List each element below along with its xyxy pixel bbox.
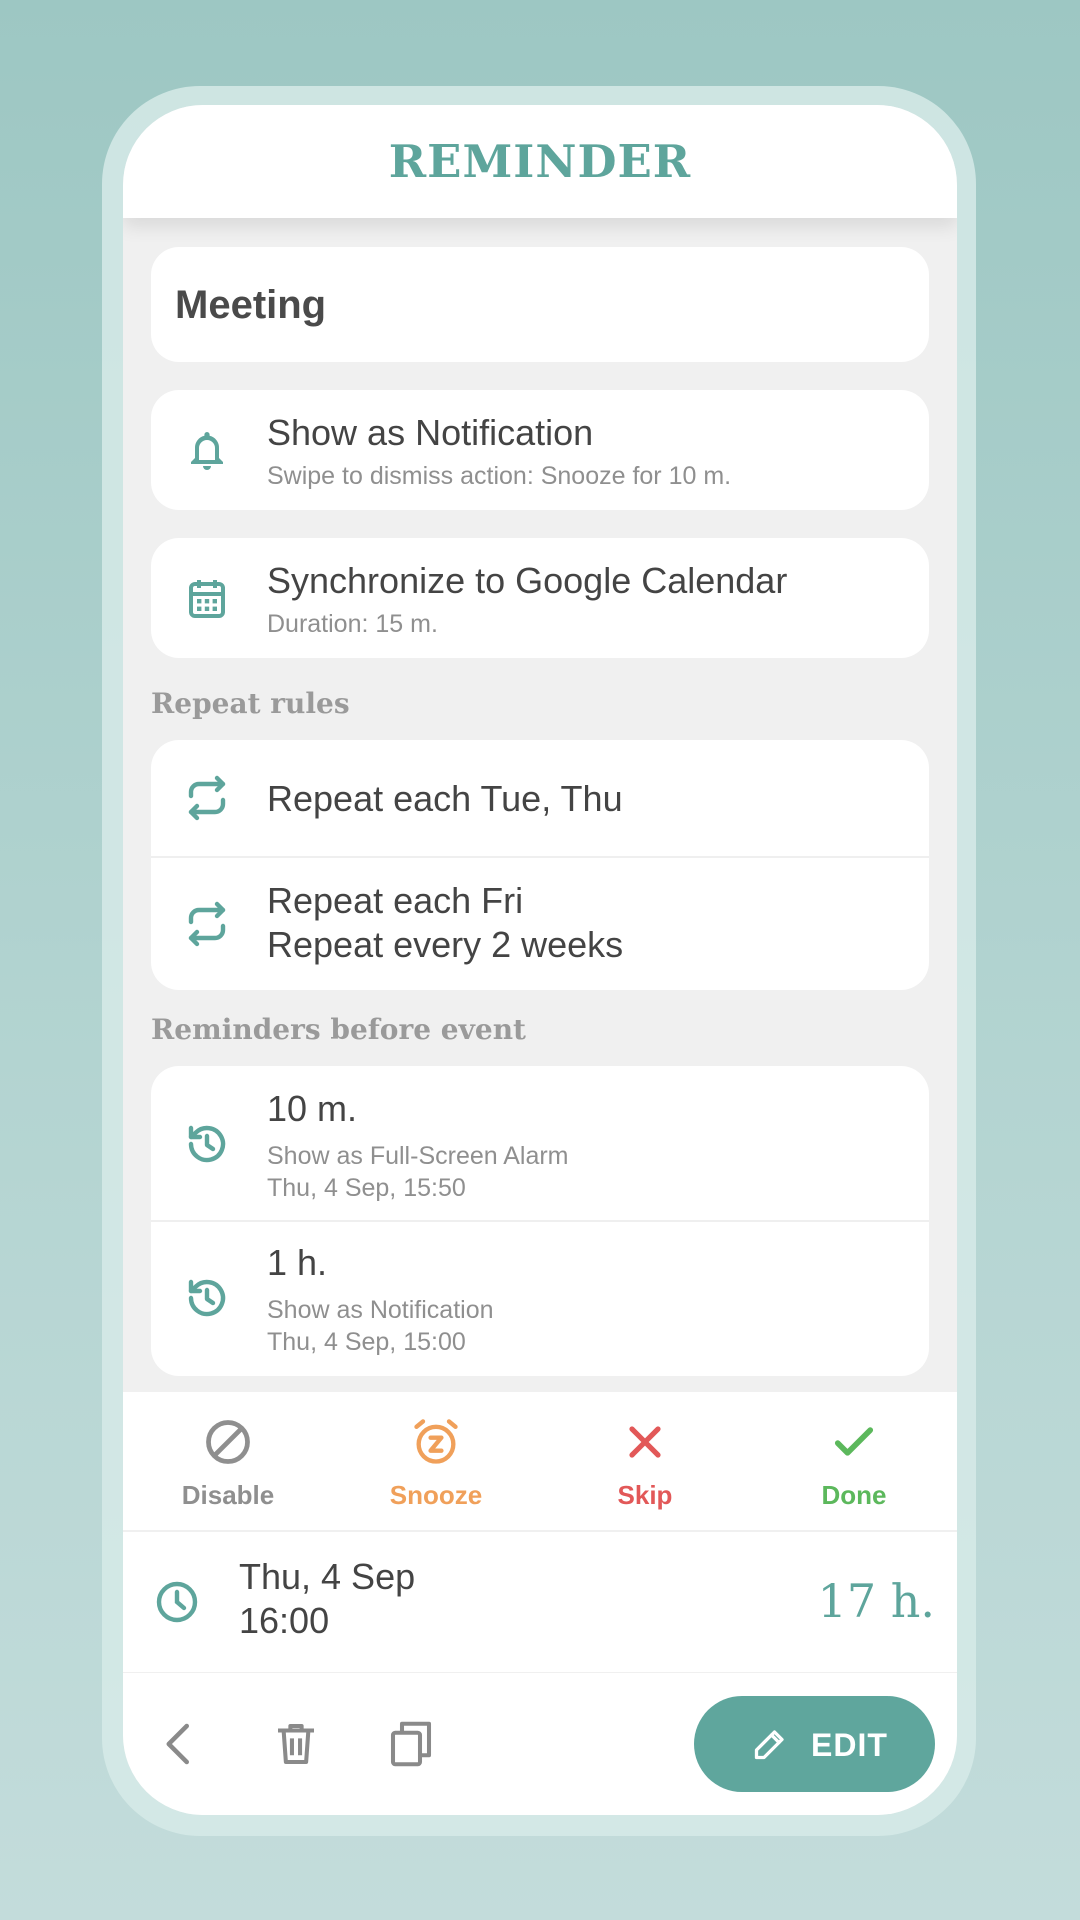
reminder-before-item[interactable]: 10 m. Show as Full-Screen Alarm Thu, 4 S… [151,1066,929,1220]
event-date: Thu, 4 Sep [239,1556,416,1597]
calendar-sync-title: Synchronize to Google Calendar [267,560,788,601]
reminders-before-label: Reminders before event [151,1013,526,1046]
done-button[interactable]: Done [774,1416,934,1511]
reminder-time: Thu, 4 Sep, 15:50 [267,1174,466,1202]
repeat-rule-text: Repeat each Fri [267,880,524,921]
reminder-offset: 10 m. [267,1088,358,1129]
calendar-sync-card[interactable]: Synchronize to Google Calendar Duration:… [151,538,929,658]
reminder-before-item[interactable]: 1 h. Show as Notification Thu, 4 Sep, 15… [151,1222,929,1376]
back-button[interactable] [153,1717,207,1771]
repeat-icon [183,900,231,948]
disable-icon [202,1416,254,1468]
calendar-icon [183,574,231,622]
reminder-title-card[interactable]: Meeting [151,247,929,362]
calendar-duration: Duration: 15 m. [267,610,438,638]
done-label: Done [821,1480,887,1510]
disable-button[interactable]: Disable [148,1416,308,1511]
bottom-toolbar: EDIT [123,1673,957,1815]
notification-title: Show as Notification [267,412,594,453]
disable-label: Disable [181,1480,275,1510]
repeat-rules-card: Repeat each Tue, Thu Repeat each Fri Rep… [151,740,929,990]
edit-label: EDIT [811,1727,888,1763]
event-time: 16:00 [239,1600,330,1641]
bell-icon [183,426,231,474]
reminder-screen: REMINDER Meeting Show as Notification Sw… [123,105,957,1815]
countdown: 17 h. [817,1574,935,1628]
skip-label: Skip [617,1480,673,1510]
pencil-icon [752,1726,788,1762]
delete-icon[interactable] [269,1717,323,1771]
action-bar: Disable Snooze Skip Done [123,1392,957,1530]
repeat-rule-interval: Repeat every 2 weeks [267,924,624,965]
page-title: REMINDER [388,135,692,188]
reminder-type: Show as Full-Screen Alarm [267,1142,569,1170]
snooze-alarm-icon [410,1416,462,1468]
reminders-before-card: 10 m. Show as Full-Screen Alarm Thu, 4 S… [151,1066,929,1376]
repeat-rule-text: Repeat each Tue, Thu [267,778,623,819]
notification-subtitle: Swipe to dismiss action: Snooze for 10 m… [267,462,732,490]
edit-button[interactable]: EDIT [694,1696,935,1792]
app-header: REMINDER [123,105,957,218]
repeat-rules-label: Repeat rules [151,687,350,720]
copy-icon[interactable] [384,1717,438,1771]
check-icon [828,1416,880,1468]
event-datetime-bar[interactable]: Thu, 4 Sep 16:00 17 h. [123,1532,957,1672]
repeat-rule-item[interactable]: Repeat each Tue, Thu [151,740,929,856]
notification-setting-card[interactable]: Show as Notification Swipe to dismiss ac… [151,390,929,510]
reminder-offset: 1 h. [267,1242,328,1283]
reminder-type: Show as Notification [267,1296,494,1324]
repeat-rule-item[interactable]: Repeat each Fri Repeat every 2 weeks [151,858,929,990]
skip-button[interactable]: Skip [565,1416,725,1511]
history-icon [183,1120,231,1168]
clock-icon [153,1578,201,1626]
reminder-title: Meeting [175,283,327,327]
snooze-label: Snooze [389,1480,483,1510]
history-icon [183,1274,231,1322]
reminder-time: Thu, 4 Sep, 15:00 [267,1328,466,1356]
repeat-icon [183,774,231,822]
snooze-button[interactable]: Snooze [356,1416,516,1511]
close-icon [619,1416,671,1468]
